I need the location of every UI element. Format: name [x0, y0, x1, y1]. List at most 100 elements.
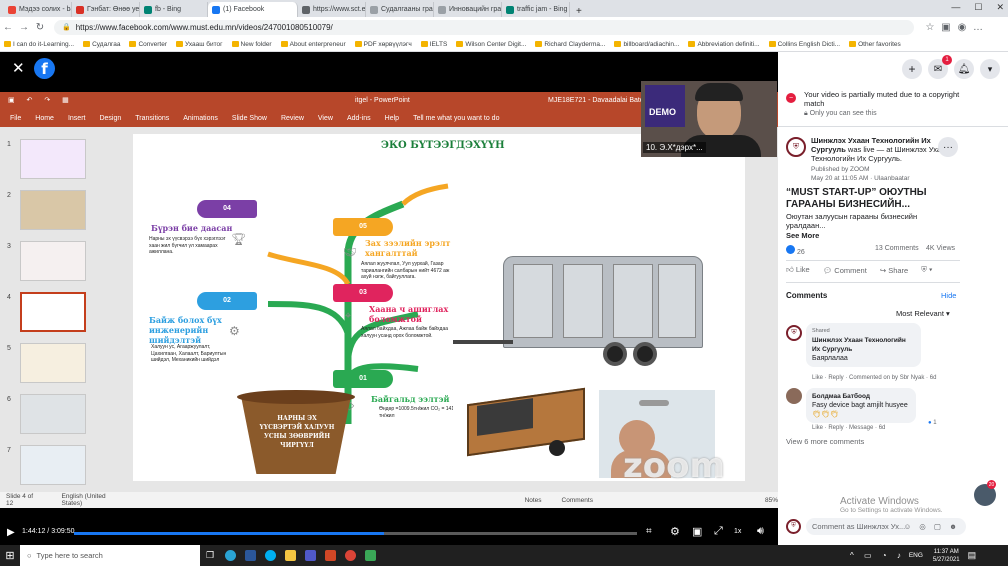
- play-icon[interactable]: ▶: [7, 527, 15, 538]
- bookmark-item[interactable]: Other favorites: [849, 41, 906, 48]
- like-button[interactable]: 👍︎ Like: [786, 265, 810, 275]
- more-menu-icon[interactable]: …: [970, 22, 986, 33]
- bookmark-item[interactable]: About enterpreneur: [280, 41, 351, 48]
- slide-thumbnail[interactable]: [20, 394, 86, 434]
- file-explorer-icon[interactable]: [280, 545, 300, 566]
- progress-track[interactable]: [74, 532, 637, 535]
- see-more-link[interactable]: See More: [786, 231, 819, 240]
- bookmark-item[interactable]: Abbreviation definiti...: [688, 41, 764, 48]
- bookmark-item[interactable]: Richard Clayderma...: [535, 41, 610, 48]
- skype-icon[interactable]: [260, 545, 280, 566]
- bookmark-item[interactable]: PDF хөрвүүлэгч: [354, 41, 417, 48]
- edge-icon[interactable]: [220, 545, 240, 566]
- bookmark-item[interactable]: Collins English Dicti...: [768, 41, 846, 48]
- browser-tab[interactable]: https://www.sct.edu.mn/: [298, 2, 366, 17]
- word-icon[interactable]: [240, 545, 260, 566]
- browser-tab[interactable]: Гэнбат: Өнөө уед тохир: [72, 2, 140, 17]
- ribbon-tab[interactable]: Insert: [68, 115, 86, 122]
- comments-button[interactable]: Comments: [562, 497, 593, 504]
- bookmark-item[interactable]: Wilson Center Digit...: [456, 41, 531, 48]
- back-icon[interactable]: ←: [0, 22, 16, 33]
- ribbon-tab[interactable]: Review: [281, 115, 304, 122]
- ribbon-tab[interactable]: File: [10, 115, 21, 122]
- facebook-logo-icon[interactable]: f: [34, 58, 55, 79]
- star-icon[interactable]: ☆: [922, 22, 938, 33]
- ribbon-tab[interactable]: Help: [385, 115, 399, 122]
- bookmark-item[interactable]: Converter: [129, 41, 172, 48]
- slide-thumbnail[interactable]: [20, 343, 86, 383]
- browser-tab[interactable]: Судалгааны грант олгох: [366, 2, 434, 17]
- windows-start-icon[interactable]: ⊞: [0, 545, 20, 566]
- browser-tab[interactable]: (1) Facebook: [208, 2, 298, 17]
- bookmark-item[interactable]: Судалгаа: [83, 41, 125, 48]
- new-tab-button[interactable]: +: [570, 6, 588, 17]
- tray-icons[interactable]: ^ ▭ ◔ ♪: [850, 551, 905, 560]
- post-options-icon[interactable]: ···: [938, 137, 958, 157]
- bookmark-item[interactable]: billboard/adiachin...: [614, 41, 684, 48]
- fullscreen-icon[interactable]: ⤢: [714, 525, 723, 538]
- bookmark-item[interactable]: IELTS: [420, 41, 453, 48]
- url-field[interactable]: 🔒 https://www.facebook.com/www.must.edu.…: [54, 19, 914, 35]
- slide-thumbnail[interactable]: [20, 190, 86, 230]
- commenter2-avatar[interactable]: [786, 388, 802, 404]
- input-language[interactable]: ENG: [909, 552, 923, 559]
- ribbon-tab[interactable]: Design: [99, 115, 121, 122]
- view-more-comments[interactable]: View 6 more comments: [786, 437, 864, 446]
- bookmark-item[interactable]: Ухааш битог: [176, 41, 228, 48]
- notification-center-icon[interactable]: ▤: [968, 550, 977, 561]
- minimize-icon[interactable]: —: [951, 2, 960, 13]
- ribbon-tab[interactable]: Home: [35, 115, 54, 122]
- comment-input[interactable]: Comment as Шинжлэх Ух... ☺ ◎ ▢ ☻: [806, 518, 966, 535]
- vr-icon[interactable]: ⌗: [646, 526, 652, 537]
- volume-icon[interactable]: 🔊︎: [757, 525, 764, 538]
- ribbon-tab[interactable]: Transitions: [135, 115, 169, 122]
- bookmark-item[interactable]: I can do it-Learning...: [4, 41, 79, 48]
- close-window-icon[interactable]: ✕: [996, 2, 1004, 13]
- page-avatar[interactable]: ⛨: [786, 137, 806, 157]
- plus-icon[interactable]: +: [902, 59, 922, 79]
- ribbon-tab[interactable]: View: [318, 115, 333, 122]
- notifications-icon[interactable]: 🔔︎: [954, 59, 974, 79]
- slide-thumbnail[interactable]: [20, 139, 86, 179]
- browser-tab[interactable]: fb - Bing: [140, 2, 208, 17]
- settings-icon[interactable]: ⚙: [670, 525, 680, 538]
- speed-label[interactable]: 1x: [734, 528, 741, 535]
- page-switch-icon[interactable]: ⛨ ▾: [921, 265, 932, 275]
- ribbon-tab[interactable]: Slide Show: [232, 115, 267, 122]
- account-menu-icon[interactable]: ▾: [980, 59, 1000, 79]
- bookmark-item[interactable]: New folder: [231, 41, 277, 48]
- browser-tab[interactable]: Инновацийн грант – sct: [434, 2, 502, 17]
- commenter1-avatar[interactable]: ⛨: [786, 325, 802, 341]
- slide-thumbnail[interactable]: [20, 445, 86, 485]
- comment1-author[interactable]: Шинжлэх Ухаан Технологийн Их Сургууль: [812, 336, 915, 354]
- slide-thumbnail[interactable]: [20, 292, 86, 332]
- most-relevant-dropdown[interactable]: Most Relevant ▾: [896, 309, 950, 318]
- share-button[interactable]: ↪ Share: [880, 266, 908, 275]
- browser-tab[interactable]: traffic jam - Bing: [502, 2, 570, 17]
- ribbon-tab[interactable]: Animations: [183, 115, 218, 122]
- collections-icon[interactable]: ▣: [938, 22, 954, 33]
- task-view-icon[interactable]: ❐: [200, 545, 220, 566]
- reaction-count[interactable]: 26: [797, 249, 805, 256]
- maximize-icon[interactable]: ☐: [974, 2, 982, 13]
- clock[interactable]: 11:37 AM 5/27/2021: [933, 548, 960, 564]
- comments-count[interactable]: 13 Comments: [875, 245, 919, 252]
- maps-icon[interactable]: [360, 545, 380, 566]
- taskbar-search[interactable]: ○ Type here to search: [20, 545, 200, 566]
- slide-thumbnail[interactable]: [20, 241, 86, 281]
- browser-tab[interactable]: Мэдээ солих - badraikhQ: [4, 2, 72, 17]
- close-video-icon[interactable]: ✕: [12, 59, 25, 77]
- forward-icon[interactable]: →: [16, 22, 32, 33]
- chrome-icon[interactable]: [340, 545, 360, 566]
- comment-input-icons[interactable]: ☺ ◎ ▢ ☻: [904, 518, 960, 535]
- ribbon-tab[interactable]: Tell me what you want to do: [413, 115, 499, 122]
- comment-button[interactable]: 💬︎ Comment: [823, 266, 867, 275]
- profile-icon[interactable]: ◉: [954, 22, 970, 33]
- teams-icon[interactable]: [300, 545, 320, 566]
- notes-button[interactable]: Notes: [525, 497, 542, 504]
- reload-icon[interactable]: ↻: [32, 22, 48, 33]
- ribbon-tab[interactable]: Add-ins: [347, 115, 371, 122]
- hide-comments-link[interactable]: Hide: [941, 291, 956, 300]
- pip-icon[interactable]: ▣: [692, 525, 702, 538]
- comment2-author[interactable]: Болдмаа Батбоод: [812, 392, 910, 401]
